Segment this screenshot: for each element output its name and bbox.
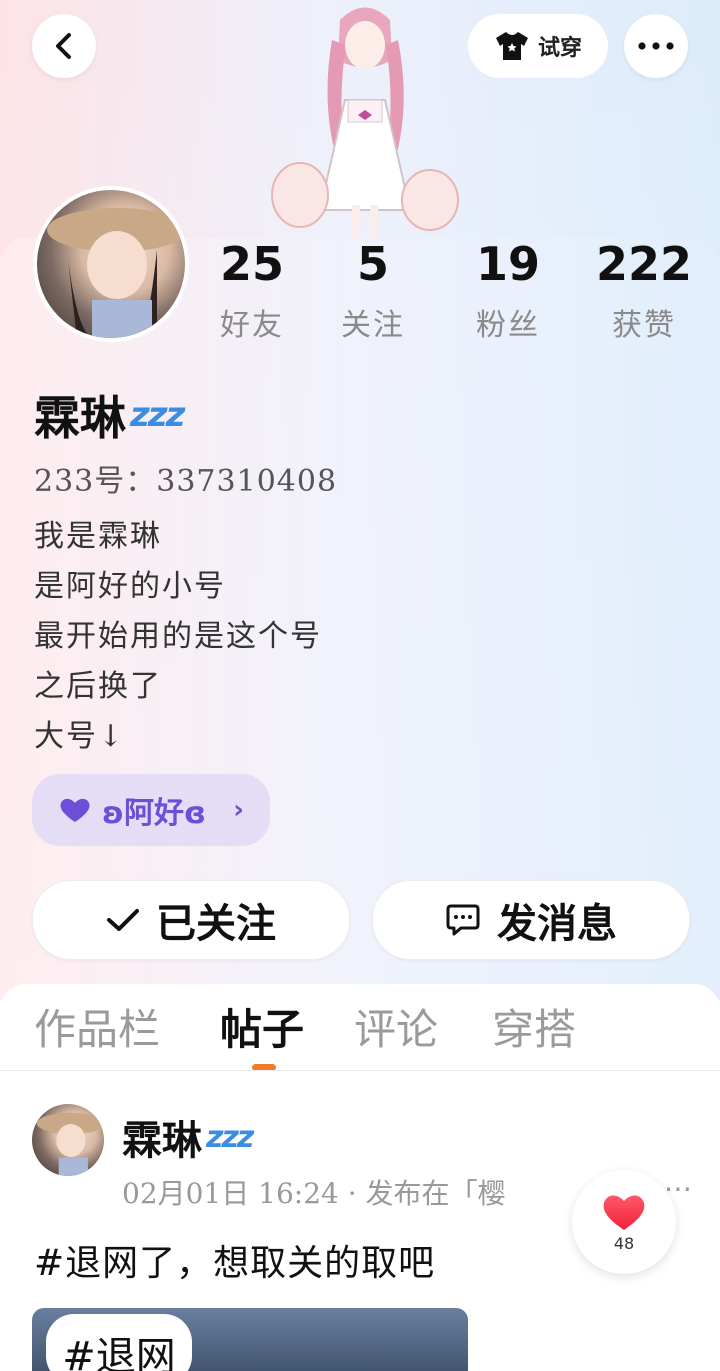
post-meta: 02月01日 16:24 · 发布在「樱 [122, 1177, 506, 1210]
try-on-button[interactable]: 试穿 [468, 14, 608, 78]
profile-name: 霖琳 zzz [34, 382, 185, 448]
following-button[interactable]: 已关注 [32, 880, 350, 960]
more-icon [638, 42, 674, 50]
stat-likes[interactable]: 222 获赞 [589, 238, 699, 344]
linked-account-name: ʚ阿好ɞ [102, 796, 206, 831]
heart-fab-icon [603, 1194, 645, 1230]
stat-following[interactable]: 5 关注 [318, 238, 428, 344]
post-text[interactable]: #退网了，想取关的取吧 [34, 1234, 435, 1286]
tab-works[interactable]: 作品栏 [34, 996, 160, 1057]
shirt-icon [495, 32, 528, 60]
more-button[interactable] [624, 14, 688, 78]
profile-uid: 233号：337310408 [34, 464, 338, 499]
tab-posts[interactable]: 帖子 [220, 996, 304, 1057]
following-label: 已关注 [156, 901, 276, 947]
avatar-character-figure [271, 7, 459, 240]
stat-value: 222 [595, 237, 693, 291]
stat-fans[interactable]: 19 粉丝 [453, 238, 563, 344]
post-author-avatar[interactable] [32, 1104, 104, 1176]
stat-value: 19 [475, 237, 540, 291]
message-label: 发消息 [497, 901, 617, 947]
try-on-label: 试穿 [537, 36, 582, 61]
chat-icon [446, 904, 480, 936]
heart-icon [60, 798, 90, 822]
zzz-badge: zzz [206, 1119, 254, 1155]
stat-value: 25 [219, 237, 284, 291]
tabs-divider [0, 1070, 720, 1071]
like-button[interactable]: 48 [572, 1170, 676, 1274]
stat-label: 粉丝 [476, 308, 540, 343]
linked-account-chip[interactable]: ʚ阿好ɞ › [32, 774, 270, 846]
post-image[interactable]: #退网 [32, 1308, 468, 1371]
stat-label: 关注 [341, 308, 405, 343]
back-icon [56, 33, 71, 59]
stat-friends[interactable]: 25 好友 [197, 238, 307, 344]
bio-line: 我是霖琳 [34, 519, 162, 554]
post-author-text: 霖琳 [122, 1118, 202, 1164]
bio-line: 是阿好的小号 [34, 569, 226, 604]
bio-line: 之后换了 [34, 669, 162, 704]
tab-outfits[interactable]: 穿搭 [492, 996, 576, 1057]
bio-line: 大号↓ [34, 719, 126, 754]
post-author-name[interactable]: 霖琳 zzz [122, 1108, 254, 1166]
chevron-right-icon: › [233, 795, 244, 825]
post-image-tag: #退网 [46, 1314, 192, 1371]
tab-comments[interactable]: 评论 [354, 996, 438, 1057]
profile-tabs: 作品栏 帖子 评论 穿搭 [0, 996, 720, 1076]
bio-line: 最开始用的是这个号 [34, 619, 322, 654]
message-button[interactable]: 发消息 [372, 880, 690, 960]
profile-bio: 我是霖琳 是阿好的小号 最开始用的是这个号 之后换了 大号↓ [34, 512, 322, 762]
avatar-image [37, 190, 185, 338]
profile-name-text: 霖琳 [34, 391, 126, 445]
stat-label: 好友 [220, 308, 284, 343]
stat-label: 获赞 [612, 308, 676, 343]
back-button[interactable] [32, 14, 96, 78]
like-count: 48 [613, 1233, 635, 1253]
check-icon [107, 909, 139, 931]
profile-avatar[interactable] [33, 186, 189, 342]
zzz-badge: zzz [130, 395, 185, 435]
stat-value: 5 [356, 237, 389, 291]
